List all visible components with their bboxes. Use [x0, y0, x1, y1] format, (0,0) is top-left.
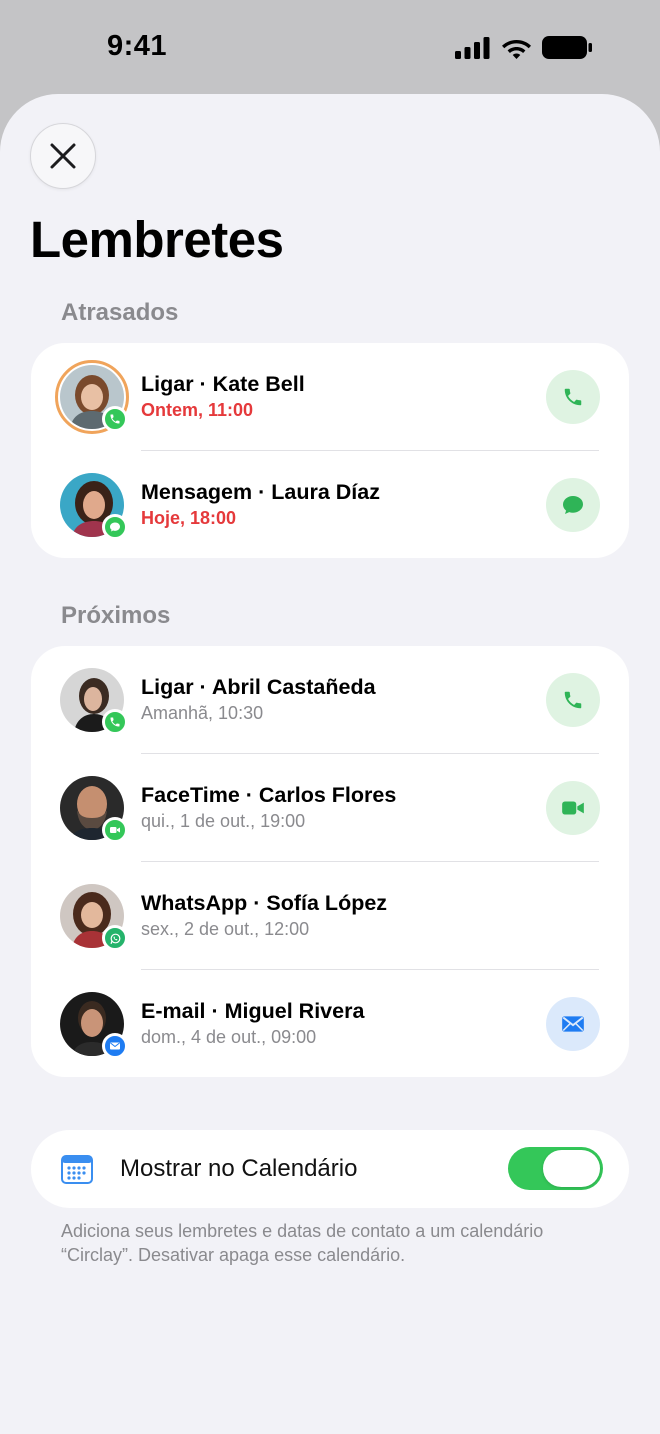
calendar-icon	[61, 1153, 93, 1190]
reminder-due: sex., 2 de out., 12:00	[141, 919, 310, 939]
reminder-title: E-mail · Miguel Rivera	[141, 999, 365, 1023]
show-in-calendar-row: Mostrar no Calendário	[31, 1130, 629, 1208]
list-item[interactable]: Ligar · Abril Castañeda Amanhã, 10:30	[31, 646, 629, 754]
message-button[interactable]	[546, 478, 600, 532]
reminder-title: Mensagem · Laura Díaz	[141, 480, 380, 504]
show-in-calendar-toggle[interactable]	[508, 1147, 603, 1190]
phone-icon	[110, 414, 120, 424]
calendar-footnote: Adiciona seus lembretes e datas de conta…	[61, 1221, 544, 1265]
close-button[interactable]	[30, 123, 96, 189]
call-button[interactable]	[546, 673, 600, 727]
reminder-due: dom., 4 de out., 09:00	[141, 1027, 317, 1047]
facetime-button[interactable]	[546, 781, 600, 835]
wifi-icon	[502, 40, 531, 59]
video-badge	[102, 817, 128, 843]
message-icon	[563, 496, 583, 514]
video-icon	[110, 827, 120, 833]
list-item[interactable]: Mensagem · Laura Díaz Hoje, 18:00	[31, 451, 629, 559]
reminder-due: qui., 1 de out., 19:00	[141, 811, 306, 831]
email-button[interactable]	[546, 997, 600, 1051]
whatsapp-icon	[110, 933, 120, 944]
phone-icon	[110, 717, 120, 727]
reminder-due: Ontem, 11:00	[141, 400, 254, 420]
status-time: 9:41	[107, 30, 168, 62]
call-button[interactable]	[546, 370, 600, 424]
list-item[interactable]: WhatsApp · Sofía López sex., 2 de out., …	[31, 862, 629, 970]
section-label-upcoming: Próximos	[61, 602, 171, 629]
phone-icon	[564, 691, 582, 709]
page-title: Lembretes	[30, 211, 284, 268]
reminder-due: Hoje, 18:00	[141, 508, 237, 528]
list-item[interactable]: Ligar · Kate Bell Ontem, 11:00	[31, 343, 629, 451]
cellular-signal-icon	[455, 36, 490, 59]
close-icon	[50, 143, 76, 169]
phone-badge	[102, 406, 128, 432]
reminder-title: Ligar · Kate Bell	[141, 372, 305, 396]
reminder-title: FaceTime · Carlos Flores	[141, 783, 397, 807]
mail-icon	[110, 1042, 120, 1050]
list-item[interactable]: FaceTime · Carlos Flores qui., 1 de out.…	[31, 754, 629, 862]
reminder-due: Amanhã, 10:30	[141, 703, 264, 723]
message-badge	[102, 514, 128, 540]
reminder-title: WhatsApp · Sofía López	[141, 891, 388, 915]
phone-badge	[102, 709, 128, 735]
toggle-knob	[543, 1150, 600, 1187]
section-label-overdue: Atrasados	[61, 299, 179, 326]
status-bar: 9:41	[0, 0, 660, 96]
upcoming-card: Ligar · Abril Castañeda Amanhã, 10:30 Fa…	[31, 646, 629, 1077]
whatsapp-badge	[102, 925, 128, 951]
status-icons	[455, 36, 592, 59]
message-icon	[110, 522, 120, 532]
show-in-calendar-label: Mostrar no Calendário	[120, 1155, 358, 1182]
battery-icon	[542, 36, 592, 59]
reminder-title: Ligar · Abril Castañeda	[141, 675, 376, 699]
reminders-sheet: Lembretes Atrasados Ligar · Kate Bell On…	[0, 94, 660, 1434]
mail-badge	[102, 1033, 128, 1059]
list-item[interactable]: E-mail · Miguel Rivera dom., 4 de out., …	[31, 970, 629, 1078]
mail-icon	[562, 1016, 584, 1032]
overdue-card: Ligar · Kate Bell Ontem, 11:00 Mensagem …	[31, 343, 629, 558]
video-icon	[562, 801, 584, 815]
phone-icon	[564, 388, 582, 406]
